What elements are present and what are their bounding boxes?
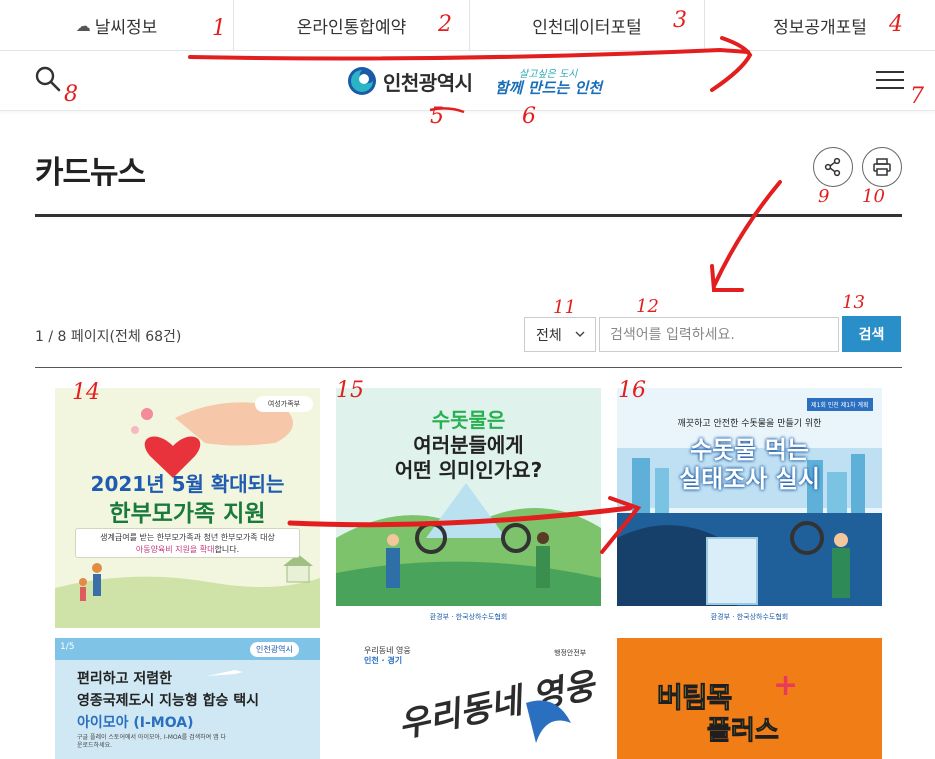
card-news-item[interactable]: 우리동네 영웅 인천 · 경기 행정안전부 우리동네 영웅 — [336, 638, 601, 759]
card-description: 생계급여를 받는 한부모가족과 청년 한부모가족 대상 아동양육비 지원을 확대… — [75, 528, 300, 558]
card-news-item[interactable]: 1/5 인천광역시 편리하고 저렴한 영종국제도시 지능형 합승 택시 아이모아… — [55, 638, 320, 759]
logo-text: 인천광역시 — [383, 70, 473, 95]
ministry-badge: 여성가족부 — [255, 396, 313, 412]
card-news-item[interactable]: 수돗물은 여러분들에게 어떤 의미인가요? 환경부 · 한국상하수도협회 — [336, 388, 601, 628]
data-portal-link[interactable]: 인천데이터포털 — [470, 0, 705, 51]
list-divider — [35, 367, 902, 368]
search-button[interactable]: 검색 — [842, 316, 901, 352]
card-title-line-1: 2021년 5월 확대되는 — [90, 472, 285, 496]
card-footer-logos: 환경부 · 한국상하수도협회 — [617, 606, 882, 628]
search-category-select[interactable]: 전체 — [524, 317, 596, 352]
card-title-line-2: 실태조사 실시 — [679, 465, 820, 493]
select-value: 전체 — [536, 327, 562, 344]
chevron-down-icon — [575, 331, 585, 337]
annotation-number: 7 — [910, 84, 924, 109]
card-plus-mark: + — [773, 668, 799, 703]
hamburger-menu-icon[interactable] — [876, 71, 904, 91]
card-title-line-2: 플러스 — [707, 716, 780, 747]
utility-bar: ☁ 날씨정보 온라인통합예약 인천데이터포털 정보공개포털 — [0, 0, 935, 51]
printer-icon — [873, 158, 891, 176]
annotation-number: 14 — [72, 380, 100, 405]
hero-cape-icon — [526, 700, 571, 743]
annotation-number: 11 — [553, 297, 576, 318]
annotation-number: 8 — [64, 82, 78, 107]
weather-icon: ☁ — [75, 16, 91, 35]
annotation-number: 12 — [636, 296, 659, 317]
card-footer-logos: 환경부 · 한국상하수도협회 — [336, 606, 601, 628]
annotation-number: 2 — [438, 12, 452, 37]
card-title-line-3: 어떤 의미인가요? — [394, 458, 543, 482]
card-news-item[interactable]: 여성가족부 2021년 5월 확대되는 한부모가족 지원 생계급여를 받는 한부… — [55, 388, 320, 628]
site-logo[interactable]: 인천광역시 — [347, 63, 473, 99]
annotation-number: 1 — [212, 16, 226, 41]
card-badge: 제1회 인천 제1차 계획 — [807, 398, 873, 411]
weather-link-label: 날씨정보 — [94, 18, 158, 38]
card-ministry-label: 행정안전부 — [554, 649, 587, 657]
annotation-number: 6 — [522, 104, 536, 129]
online-reservation-label: 온라인통합예약 — [296, 18, 407, 38]
title-divider — [35, 214, 902, 217]
slogan-line-2: 함께 만드는 인천 — [495, 79, 603, 97]
share-icon — [824, 157, 841, 177]
card-brand-badge: 인천광역시 — [250, 642, 299, 657]
annotation-number: 5 — [430, 104, 444, 129]
annotation-number: 4 — [889, 12, 903, 37]
card-title-line-1: 편리하고 저렴한 — [77, 671, 173, 687]
card-page-indicator: 1/5 — [60, 642, 75, 652]
card-news-item[interactable]: 제1회 인천 제1차 계획 깨끗하고 안전한 수돗물을 만들기 위한 수돗물 먹… — [617, 388, 882, 628]
site-header: 인천광역시 살고싶은 도시 함께 만드는 인천 — [0, 51, 935, 111]
desc-rest: 합니다. — [214, 545, 240, 554]
search-input[interactable] — [599, 317, 839, 352]
annotation-number: 10 — [862, 186, 885, 207]
card-description: 구글 플레이 스토어에서 아이모아, I-MOA를 검색하여 앱 다운로드하세요… — [77, 734, 227, 749]
annotation-number: 16 — [618, 378, 646, 403]
annotation-number: 9 — [818, 186, 830, 207]
desc-highlight: 아동양육비 지원을 확대 — [135, 545, 215, 554]
card-title-line-2: 한부모가족 지원 — [109, 501, 266, 527]
annotation-number: 3 — [673, 8, 687, 33]
annotation-number: 15 — [336, 378, 364, 403]
page-count-info: 1 / 8 페이지(전체 68건) — [35, 329, 182, 345]
card-title-line-3: 아이모아 (I-MOA) — [77, 715, 194, 731]
print-button[interactable] — [862, 147, 902, 187]
card-org-label: 우리동네 영웅 인천 · 경기 — [364, 646, 411, 666]
annotation-number: 13 — [842, 292, 865, 313]
page-title: 카드뉴스 — [35, 155, 146, 191]
card-org-line-2: 인천 · 경기 — [364, 656, 403, 665]
card-title-line-2: 영종국제도시 지능형 합승 택시 — [77, 693, 260, 709]
online-reservation-link[interactable]: 온라인통합예약 — [234, 0, 470, 51]
airplane-icon — [207, 670, 243, 676]
card-org-line-1: 우리동네 영웅 — [364, 646, 411, 655]
info-disclosure-label: 정보공개포털 — [773, 18, 867, 38]
card-subtitle: 깨끗하고 안전한 수돗물을 만들기 위한 — [677, 419, 822, 429]
city-slogan: 살고싶은 도시 함께 만드는 인천 — [495, 65, 602, 99]
desc-line-1: 생계급여를 받는 한부모가족과 청년 한부모가족 대상 — [100, 533, 275, 542]
share-button[interactable] — [813, 147, 853, 187]
search-icon[interactable] — [34, 65, 64, 95]
card-news-item[interactable]: 버팀목 + 플러스 — [617, 638, 882, 759]
weather-link[interactable]: ☁ 날씨정보 — [0, 0, 234, 51]
data-portal-label: 인천데이터포털 — [532, 18, 642, 38]
incheon-logo-icon — [348, 67, 376, 95]
desc-line-2: 아동양육비 지원을 확대합니다. — [76, 544, 299, 556]
